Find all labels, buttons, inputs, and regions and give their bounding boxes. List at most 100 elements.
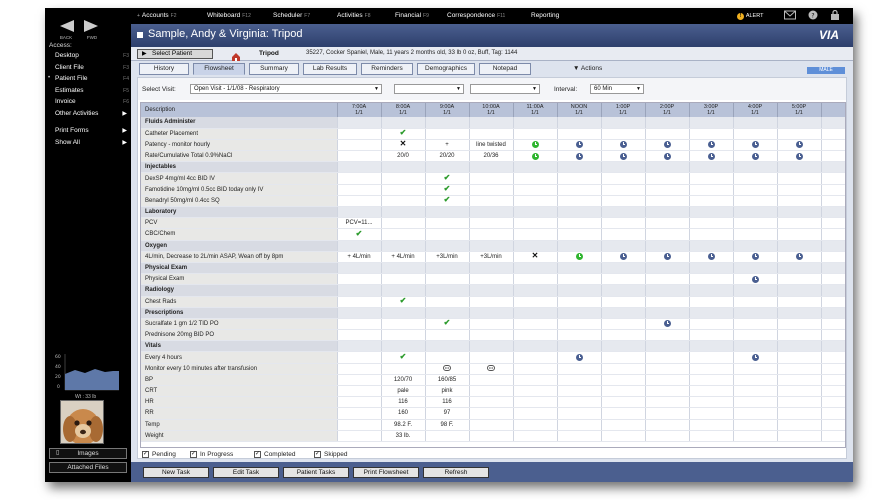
task-cell[interactable] [513, 172, 558, 185]
task-cell[interactable] [557, 172, 602, 185]
task-cell[interactable] [733, 251, 778, 263]
task-cell[interactable] [645, 374, 690, 387]
back-button[interactable] [57, 18, 75, 34]
task-cell[interactable] [601, 419, 646, 431]
task-cell[interactable] [601, 329, 646, 342]
task-description[interactable]: Benadryl 50mg/ml 0.4cc SQ [141, 195, 338, 208]
task-cell[interactable] [557, 419, 602, 431]
category-row[interactable]: Vitals [141, 340, 845, 353]
task-cell[interactable]: ✔ [381, 351, 426, 364]
task-description[interactable]: Every 4 hours [141, 351, 338, 364]
menu-scheduler[interactable]: Scheduler F7 [273, 12, 310, 19]
task-cell[interactable] [733, 128, 778, 140]
task-cell[interactable]: ✔ [381, 296, 426, 308]
task-cell[interactable] [645, 419, 690, 431]
task-cell[interactable] [601, 150, 646, 163]
task-cell[interactable] [513, 329, 558, 342]
task-cell[interactable]: line twisted [469, 139, 514, 152]
task-row[interactable]: Sucralfate 1 gm 1/2 TID PO ✔ [141, 318, 845, 331]
home-icon[interactable] [231, 49, 241, 61]
task-row[interactable]: BP 120/70 160/85 [141, 374, 845, 387]
task-description[interactable]: Chest Rads [141, 296, 338, 308]
task-cell[interactable] [645, 150, 690, 163]
task-cell[interactable] [689, 318, 734, 331]
task-cell[interactable]: 20/36 [469, 150, 514, 163]
task-description[interactable]: Temp [141, 419, 338, 431]
task-cell[interactable]: PCV=11... [337, 217, 382, 230]
visit-select[interactable]: Open Visit - 1/1/08 - Respiratory ▼ [190, 84, 382, 94]
select-patient-button[interactable]: ▶ Select Patient [137, 49, 213, 59]
task-cell[interactable] [777, 228, 822, 241]
task-cell[interactable] [337, 407, 382, 420]
task-cell[interactable] [469, 318, 514, 331]
task-cell[interactable] [733, 296, 778, 308]
task-cell[interactable] [777, 407, 822, 420]
task-cell[interactable] [601, 228, 646, 241]
checkbox[interactable]: ✓ [190, 451, 197, 458]
task-cell[interactable] [601, 273, 646, 286]
task-cell[interactable] [557, 251, 602, 263]
task-cell[interactable] [601, 318, 646, 331]
task-cell[interactable] [557, 217, 602, 230]
task-cell[interactable] [557, 363, 602, 375]
task-row[interactable]: CRT pale pink [141, 385, 845, 398]
task-cell[interactable]: pink [425, 385, 470, 398]
task-cell[interactable] [689, 273, 734, 286]
task-cell[interactable] [689, 396, 734, 409]
task-cell[interactable] [469, 195, 514, 208]
task-cell[interactable] [513, 228, 558, 241]
task-cell[interactable]: 160 [381, 407, 426, 420]
task-cell[interactable] [733, 374, 778, 387]
sidebar-item-show-all[interactable]: Show All ▶ [55, 139, 129, 146]
task-cell[interactable] [733, 184, 778, 196]
checkbox[interactable]: ✓ [314, 451, 321, 458]
task-cell[interactable] [689, 419, 734, 431]
task-cell[interactable] [469, 296, 514, 308]
task-cell[interactable] [733, 430, 778, 442]
task-cell[interactable] [777, 172, 822, 185]
task-cell[interactable] [601, 396, 646, 409]
task-cell[interactable] [425, 128, 470, 140]
task-row[interactable]: Catheter Placement ✔ [141, 128, 845, 140]
task-cell[interactable] [645, 351, 690, 364]
task-cell[interactable] [645, 184, 690, 196]
refresh-button[interactable]: Refresh [423, 467, 489, 478]
task-description[interactable]: HR [141, 396, 338, 409]
task-cell[interactable]: ••• [425, 363, 470, 375]
task-cell[interactable] [733, 396, 778, 409]
task-cell[interactable] [425, 329, 470, 342]
task-cell[interactable] [337, 128, 382, 140]
task-cell[interactable] [337, 296, 382, 308]
task-cell[interactable] [601, 407, 646, 420]
images-button[interactable]: ▯ Images [49, 448, 127, 459]
task-cell[interactable] [337, 318, 382, 331]
category-row[interactable]: Oxygen [141, 240, 845, 252]
tab-notepad[interactable]: Notepad [479, 63, 531, 75]
task-cell[interactable] [601, 184, 646, 196]
task-description[interactable]: Weight [141, 430, 338, 442]
task-cell[interactable] [689, 374, 734, 387]
task-cell[interactable] [513, 139, 558, 152]
task-cell[interactable] [733, 363, 778, 375]
task-description[interactable]: Physical Exam [141, 273, 338, 286]
legend-in-progress[interactable]: ✓ In Progress [190, 451, 233, 458]
task-cell[interactable] [777, 217, 822, 230]
category-row[interactable]: Radiology [141, 284, 845, 297]
task-cell[interactable] [777, 363, 822, 375]
task-cell[interactable] [469, 385, 514, 398]
task-cell[interactable] [337, 363, 382, 375]
sidebar-item-client-file[interactable]: Client File F3 [55, 64, 129, 71]
task-cell[interactable]: +3L/min [425, 251, 470, 263]
task-cell[interactable] [733, 419, 778, 431]
legend-completed[interactable]: ✓ Completed [254, 451, 295, 458]
task-cell[interactable] [601, 385, 646, 398]
task-cell[interactable]: ✔ [425, 195, 470, 208]
task-cell[interactable]: 33 lb. [381, 430, 426, 442]
task-row[interactable]: Weight 33 lb. [141, 430, 845, 442]
task-cell[interactable]: 98 F. [425, 419, 470, 431]
tab-summary[interactable]: Summary [249, 63, 299, 75]
task-cell[interactable] [733, 273, 778, 286]
task-cell[interactable] [557, 228, 602, 241]
task-cell[interactable] [645, 385, 690, 398]
task-cell[interactable] [645, 228, 690, 241]
